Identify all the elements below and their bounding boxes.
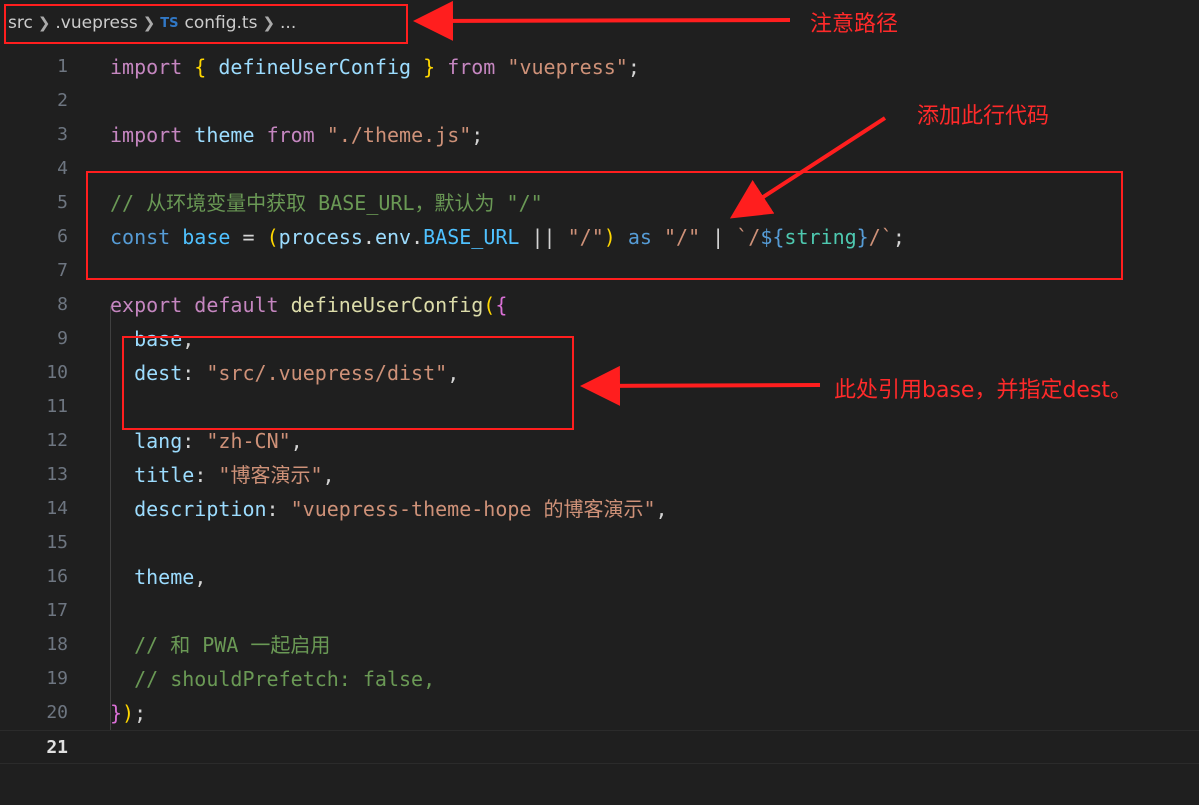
path-note: 注意路径 (810, 12, 899, 37)
path-arrow (413, 0, 791, 41)
base-dest-arrow (580, 365, 821, 406)
base-dest-note: 此处引用base，并指定dest。 (834, 378, 1133, 403)
add-line-arrow (729, 116, 887, 219)
add-line-note: 添加此行代码 (917, 104, 1050, 129)
